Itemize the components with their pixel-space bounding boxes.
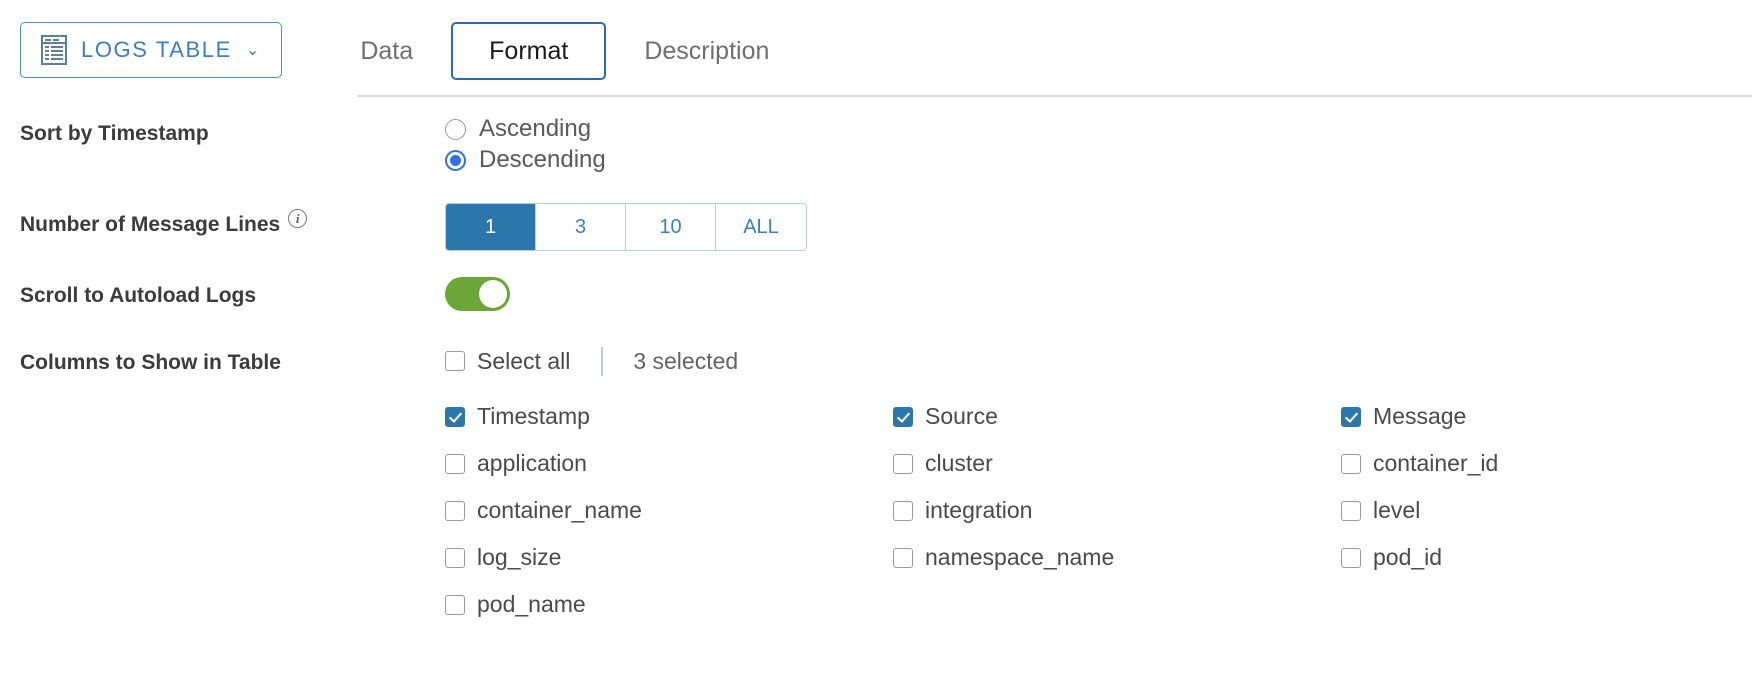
column-checkbox-timestamp[interactable]: Timestamp	[445, 405, 893, 428]
radio-ascending-indicator[interactable]	[445, 118, 466, 140]
column-checkbox-source[interactable]: Source	[893, 405, 1341, 428]
source-selector-label: LOGS TABLE	[81, 37, 232, 62]
checkbox-pod-name-label: pod_name	[477, 591, 586, 617]
checkbox-cluster-indicator[interactable]	[893, 453, 913, 474]
checkbox-message-indicator[interactable]	[1341, 406, 1361, 427]
checkbox-log-size-label: log_size	[477, 544, 562, 570]
segment-all[interactable]: ALL	[716, 204, 806, 250]
autoload-toggle[interactable]	[445, 277, 510, 311]
checkbox-source-label: Source	[925, 403, 998, 429]
sort-by-timestamp-row: Sort by Timestamp Ascending Descending	[20, 105, 1752, 179]
radio-descending-indicator[interactable]	[445, 149, 466, 171]
table-list-icon	[41, 35, 67, 65]
column-checkbox-container-name[interactable]: container_name	[445, 499, 893, 522]
autoload-control	[445, 277, 1752, 316]
columns-label: Columns to Show in Table	[20, 351, 281, 374]
radio-descending-label: Descending	[479, 146, 606, 173]
message-lines-label-text: Number of Message Lines	[20, 213, 281, 236]
columns-checkbox-grid: Timestamp Source Message application clu…	[445, 405, 1752, 616]
tab-list: Data Format Description	[322, 0, 807, 80]
checkbox-container-name-label: container_name	[477, 497, 642, 523]
checkbox-pod-id-label: pod_id	[1373, 544, 1443, 570]
checkbox-source-indicator[interactable]	[893, 406, 913, 427]
checkbox-pod-name-indicator[interactable]	[445, 594, 465, 615]
message-lines-control: 1 3 10 ALL	[445, 203, 1752, 251]
selected-count: 3 selected	[633, 347, 739, 374]
columns-row: Columns to Show in Table Select all 3 se…	[20, 346, 1752, 616]
segment-3[interactable]: 3	[536, 204, 626, 250]
column-checkbox-cluster[interactable]: cluster	[893, 452, 1341, 475]
autoload-toggle-knob	[479, 280, 507, 308]
tab-bar-underline	[357, 95, 1752, 97]
select-all-label: Select all	[477, 347, 571, 374]
select-all-bar: Select all 3 selected	[445, 346, 1752, 376]
checkbox-container-id-label: container_id	[1373, 450, 1499, 476]
format-settings-panel: Sort by Timestamp Ascending Descending N…	[0, 97, 1752, 616]
checkbox-level-label: level	[1373, 497, 1421, 523]
autoload-row: Scroll to Autoload Logs	[20, 277, 1752, 316]
sort-by-timestamp-label: Sort by Timestamp	[20, 122, 209, 145]
tab-format[interactable]: Format	[451, 22, 607, 80]
checkbox-container-name-indicator[interactable]	[445, 500, 465, 521]
segment-10[interactable]: 10	[626, 204, 716, 250]
checkbox-integration-indicator[interactable]	[893, 500, 913, 521]
autoload-label: Scroll to Autoload Logs	[20, 284, 257, 307]
checkbox-timestamp-indicator[interactable]	[445, 406, 465, 427]
radio-ascending[interactable]: Ascending	[445, 117, 1752, 141]
sort-radio-group: Ascending Descending	[445, 117, 1752, 179]
segment-1[interactable]: 1	[446, 204, 536, 250]
tab-description[interactable]: Description	[606, 22, 807, 80]
select-all-divider	[601, 346, 604, 376]
info-circle-icon[interactable]: i	[288, 209, 308, 228]
column-checkbox-container-id[interactable]: container_id	[1341, 452, 1752, 475]
tab-data[interactable]: Data	[322, 22, 451, 80]
column-checkbox-log-size[interactable]: log_size	[445, 546, 893, 569]
column-checkbox-pod-name[interactable]: pod_name	[445, 593, 893, 616]
message-lines-label: Number of Message Lines i	[20, 203, 445, 237]
select-all-checkbox[interactable]: Select all	[445, 347, 571, 374]
checkbox-application-label: application	[477, 450, 587, 476]
column-checkbox-pod-id[interactable]: pod_id	[1341, 546, 1752, 569]
checkbox-integration-label: integration	[925, 497, 1033, 523]
message-lines-segmented-group: 1 3 10 ALL	[445, 203, 807, 251]
checkbox-cluster-label: cluster	[925, 450, 993, 476]
column-checkbox-application[interactable]: application	[445, 452, 893, 475]
checkbox-container-id-indicator[interactable]	[1341, 453, 1361, 474]
column-checkbox-integration[interactable]: integration	[893, 499, 1341, 522]
checkbox-namespace-name-indicator[interactable]	[893, 547, 913, 568]
column-checkbox-level[interactable]: level	[1341, 499, 1752, 522]
select-all-checkbox-indicator[interactable]	[445, 351, 465, 371]
radio-ascending-label: Ascending	[479, 115, 592, 142]
checkbox-level-indicator[interactable]	[1341, 500, 1361, 521]
chevron-down-icon: ⌄	[245, 42, 260, 59]
columns-control: Select all 3 selected Timestamp Source M…	[445, 346, 1752, 616]
checkbox-application-indicator[interactable]	[445, 453, 465, 474]
tab-bar: LOGS TABLE ⌄ Data Format Description	[0, 0, 1752, 97]
checkbox-pod-id-indicator[interactable]	[1341, 547, 1361, 568]
column-checkbox-namespace-name[interactable]: namespace_name	[893, 546, 1341, 569]
source-selector-button[interactable]: LOGS TABLE ⌄	[20, 22, 283, 78]
checkbox-log-size-indicator[interactable]	[445, 547, 465, 568]
checkbox-namespace-name-label: namespace_name	[925, 544, 1115, 570]
checkbox-timestamp-label: Timestamp	[477, 403, 590, 429]
checkbox-message-label: Message	[1373, 403, 1467, 429]
radio-descending[interactable]: Descending	[445, 148, 1752, 172]
column-checkbox-message[interactable]: Message	[1341, 405, 1752, 428]
message-lines-row: Number of Message Lines i 1 3 10 ALL	[20, 203, 1752, 251]
